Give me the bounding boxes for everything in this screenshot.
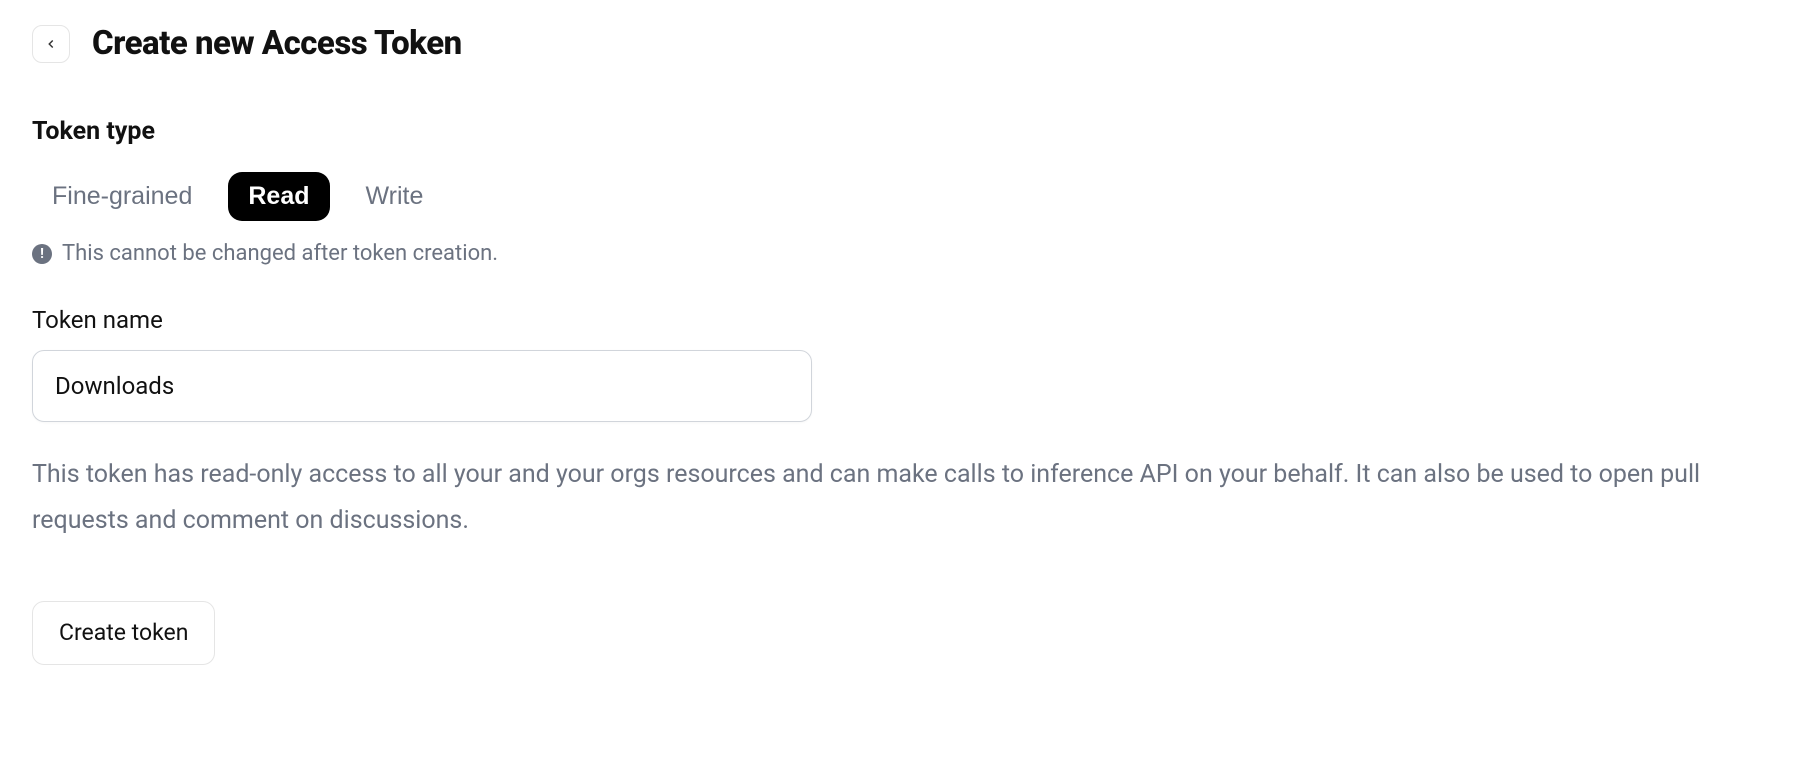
page-header: Create new Access Token — [32, 24, 1770, 63]
token-type-fine-grained[interactable]: Fine-grained — [32, 172, 212, 221]
token-type-write[interactable]: Write — [346, 172, 444, 221]
token-name-input[interactable] — [32, 350, 812, 422]
create-token-button[interactable]: Create token — [32, 601, 215, 665]
token-description: This token has read-only access to all y… — [32, 452, 1770, 545]
chevron-left-icon — [44, 37, 58, 51]
token-type-read[interactable]: Read — [228, 172, 329, 221]
token-name-label: Token name — [32, 306, 1770, 334]
warning-text: This cannot be changed after token creat… — [62, 241, 498, 266]
info-icon: ! — [32, 244, 52, 264]
token-type-selector: Fine-grained Read Write — [32, 172, 1770, 221]
back-button[interactable] — [32, 25, 70, 63]
token-type-warning: ! This cannot be changed after token cre… — [32, 241, 1770, 266]
page-title: Create new Access Token — [92, 24, 462, 63]
token-type-label: Token type — [32, 117, 1770, 146]
